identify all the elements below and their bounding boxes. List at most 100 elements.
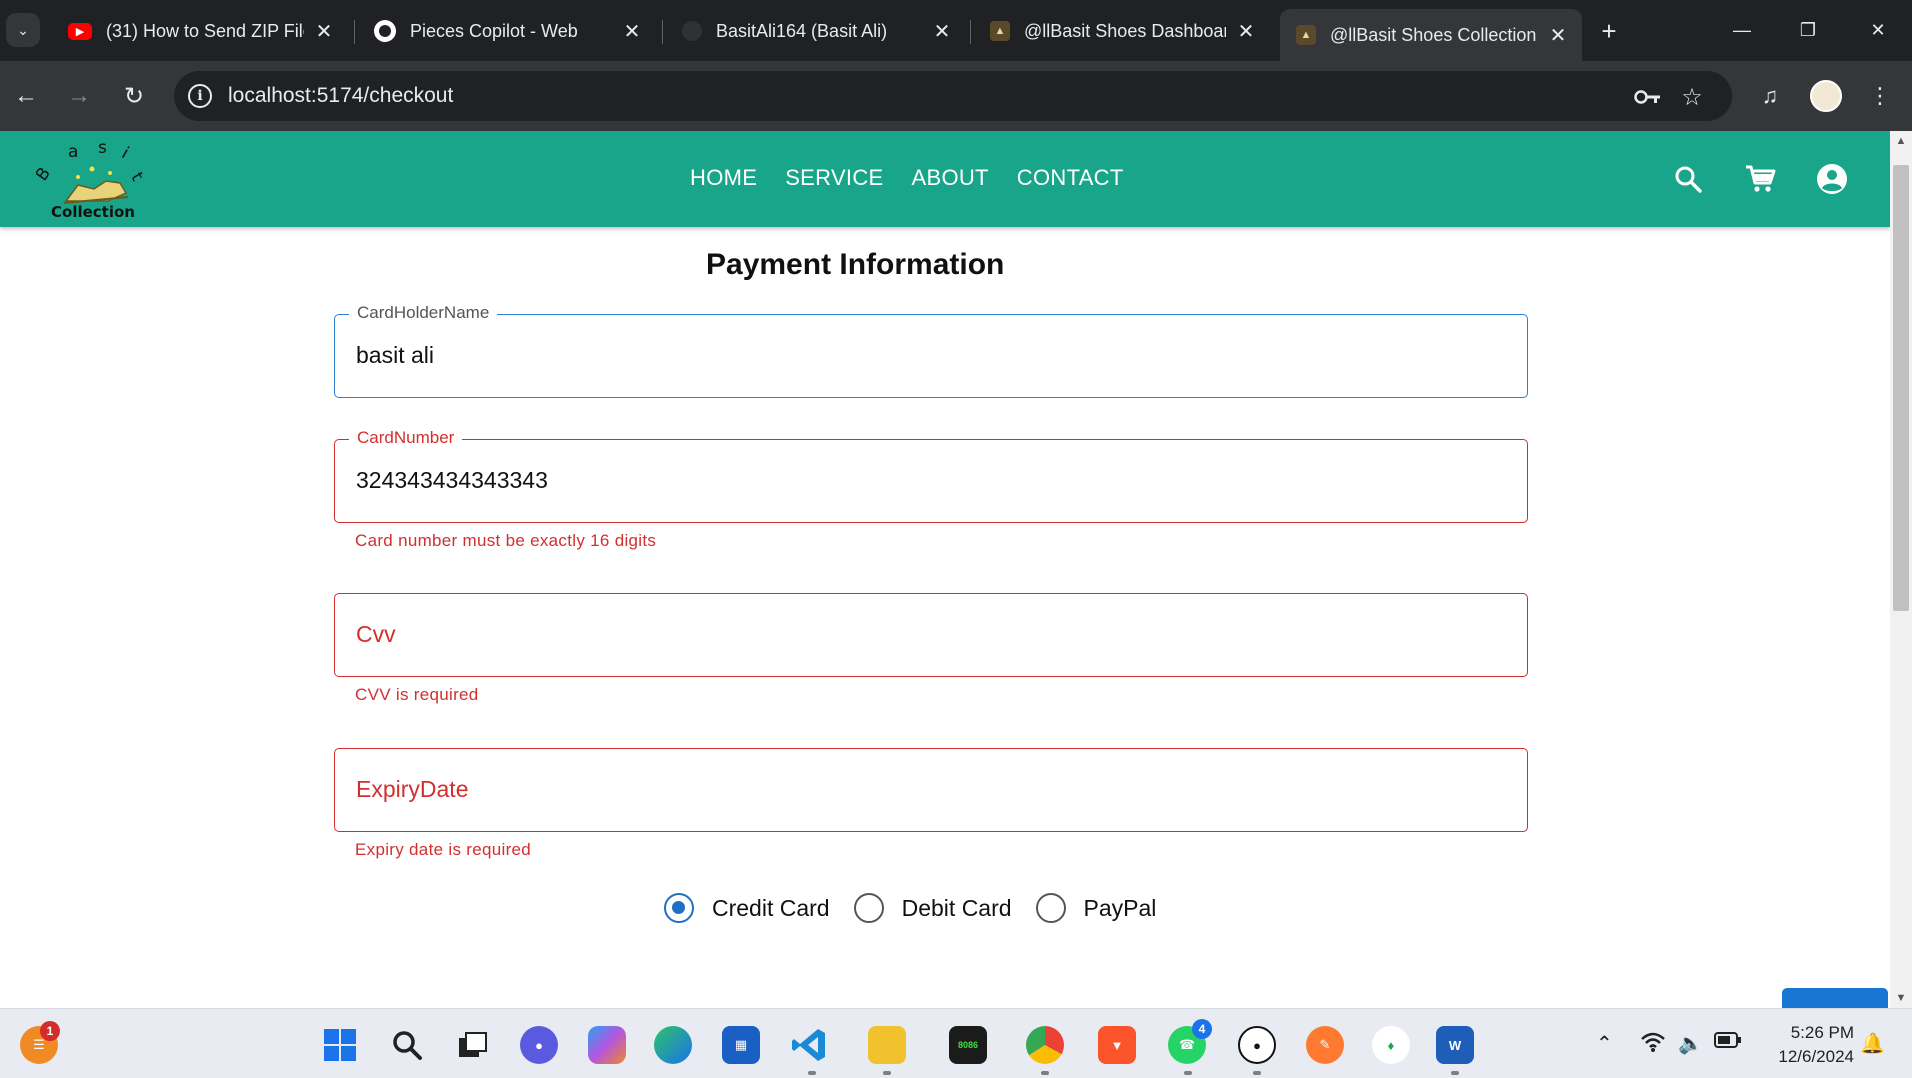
arrow-right-icon: →: [67, 82, 91, 109]
info-icon[interactable]: i: [188, 84, 212, 108]
shoe-icon: ▲: [990, 21, 1010, 41]
vscode-icon[interactable]: [790, 1026, 828, 1064]
browser-tab[interactable]: ▲ @llBasit Shoes Dashboar ✕: [974, 9, 1270, 53]
card-number-field[interactable]: CardNumber 324343434343343: [334, 428, 1528, 523]
browser-tab-active[interactable]: ▲ @llBasit Shoes Collection ✕: [1280, 9, 1582, 61]
close-icon[interactable]: ✕: [312, 19, 336, 43]
tab-search-button[interactable]: ⌄: [6, 13, 40, 47]
plus-icon: +: [1601, 15, 1617, 46]
cardholder-name-field[interactable]: CardHolderName basit ali: [334, 303, 1528, 398]
running-indicator: [1041, 1071, 1049, 1075]
brave-icon[interactable]: ▼: [1098, 1026, 1136, 1064]
restore-button[interactable]: ❐: [1784, 10, 1832, 50]
browser-tab[interactable]: BasitAli164 (Basit Ali) ✕: [666, 9, 966, 53]
copilot-icon[interactable]: [588, 1026, 626, 1064]
volume-icon[interactable]: 🔈: [1678, 1031, 1703, 1056]
radio-debit-card[interactable]: Debit Card: [853, 893, 1012, 923]
arrow-left-icon: ←: [14, 82, 38, 109]
mongodb-icon[interactable]: ♦: [1372, 1026, 1410, 1064]
scroll-down-icon[interactable]: ▼: [1890, 988, 1912, 1008]
postman-icon[interactable]: ✎: [1306, 1026, 1344, 1064]
chevron-up-icon[interactable]: ⌃: [1596, 1031, 1613, 1056]
playlist-icon: ♫: [1761, 83, 1779, 108]
chevron-down-icon: ⌄: [17, 21, 29, 38]
page-scrollbar[interactable]: ▲ ▼: [1890, 131, 1912, 1008]
search-icon[interactable]: [1670, 161, 1706, 197]
radio-unchecked-icon[interactable]: [1035, 893, 1066, 923]
nav-link-service[interactable]: SERVICE: [785, 165, 883, 191]
radio-label: PayPal: [1083, 894, 1157, 921]
scroll-thumb[interactable]: [1893, 165, 1909, 611]
chat-icon[interactable]: ●: [520, 1026, 558, 1064]
star-icon[interactable]: ☆: [1678, 83, 1706, 111]
logo-tagline: Collection: [51, 203, 135, 221]
github-icon: [682, 21, 702, 41]
reload-button[interactable]: ↻: [116, 78, 152, 114]
wifi-icon[interactable]: [1640, 1031, 1666, 1059]
expiry-date-field[interactable]: ExpiryDate: [334, 748, 1528, 832]
svg-text:t: t: [126, 169, 147, 185]
cvv-field[interactable]: Cvv: [334, 593, 1528, 677]
address-bar[interactable]: i localhost:5174/checkout ☆: [174, 71, 1732, 121]
media-control-button[interactable]: ♫: [1752, 78, 1788, 114]
tab-separator: [354, 20, 355, 44]
nav-link-about[interactable]: ABOUT: [912, 165, 989, 191]
more-vert-icon: ⋮: [1869, 83, 1891, 108]
minimize-button[interactable]: —: [1718, 10, 1766, 50]
close-icon[interactable]: ✕: [620, 19, 644, 43]
word-icon[interactable]: W: [1436, 1026, 1474, 1064]
browser-tab[interactable]: Pieces Copilot - Web ✕: [358, 9, 656, 53]
task-view-icon[interactable]: [454, 1026, 492, 1064]
radio-credit-card[interactable]: Credit Card: [664, 893, 830, 923]
payment-method-group: Credit Card Debit Card PayPal: [664, 893, 1180, 923]
close-icon: ✕: [1870, 19, 1886, 40]
close-icon[interactable]: ✕: [1234, 19, 1258, 43]
file-explorer-icon[interactable]: [868, 1026, 906, 1064]
chrome-icon[interactable]: [1026, 1026, 1064, 1064]
radio-unchecked-icon[interactable]: [853, 893, 884, 923]
account-icon[interactable]: [1814, 161, 1850, 197]
store-icon[interactable]: ▦: [722, 1026, 760, 1064]
expiry-date-input[interactable]: ExpiryDate: [356, 776, 468, 803]
clock-date: 12/6/2024: [1778, 1047, 1854, 1066]
cart-icon[interactable]: [1742, 161, 1778, 197]
notification-bell-icon[interactable]: 🔔: [1860, 1031, 1885, 1056]
restore-icon: ❐: [1799, 19, 1817, 40]
windows-start-icon[interactable]: [321, 1026, 359, 1064]
close-icon[interactable]: ✕: [930, 19, 954, 43]
nav-link-contact[interactable]: CONTACT: [1017, 165, 1124, 191]
cardholder-name-input[interactable]: basit ali: [356, 342, 434, 369]
key-icon[interactable]: [1634, 83, 1662, 111]
battery-icon[interactable]: [1714, 1031, 1742, 1055]
edge-icon[interactable]: [654, 1026, 692, 1064]
notification-badge: 1: [40, 1021, 60, 1041]
browser-menu-button[interactable]: ⋮: [1862, 78, 1898, 114]
close-icon[interactable]: ✕: [1546, 23, 1570, 47]
forward-button[interactable]: →: [61, 78, 97, 114]
pieces-icon: [374, 20, 396, 42]
close-window-button[interactable]: ✕: [1854, 10, 1902, 50]
nav-link-home[interactable]: HOME: [690, 165, 757, 191]
radio-checked-icon[interactable]: [664, 893, 694, 923]
url-text[interactable]: localhost:5174/checkout: [228, 84, 453, 108]
svg-text:s: s: [98, 138, 107, 158]
radio-paypal[interactable]: PayPal: [1035, 893, 1157, 923]
youtube-icon: ▶: [68, 22, 92, 40]
clock-time: 5:26 PM: [1790, 1023, 1854, 1042]
browser-tab[interactable]: ▶ (31) How to Send ZIP File ✕: [52, 9, 348, 53]
profile-avatar[interactable]: [1810, 80, 1842, 112]
brand-logo[interactable]: B a s i t Collection: [32, 137, 156, 223]
card-number-input[interactable]: 324343434343343: [356, 467, 548, 494]
back-button[interactable]: ←: [8, 78, 44, 114]
search-icon[interactable]: [388, 1026, 426, 1064]
scroll-up-icon[interactable]: ▲: [1890, 131, 1912, 151]
expiry-date-error: Expiry date is required: [355, 840, 532, 859]
pieces-icon[interactable]: ●: [1238, 1026, 1276, 1064]
submit-button[interactable]: [1782, 988, 1888, 1008]
new-tab-button[interactable]: +: [1592, 14, 1626, 48]
cvv-input[interactable]: Cvv: [356, 621, 396, 648]
minimize-icon: —: [1733, 19, 1751, 40]
card-number-error: Card number must be exactly 16 digits: [355, 531, 657, 550]
emulator-icon[interactable]: 8086: [949, 1026, 987, 1064]
system-clock[interactable]: 5:26 PM 12/6/2024: [1758, 1021, 1854, 1069]
